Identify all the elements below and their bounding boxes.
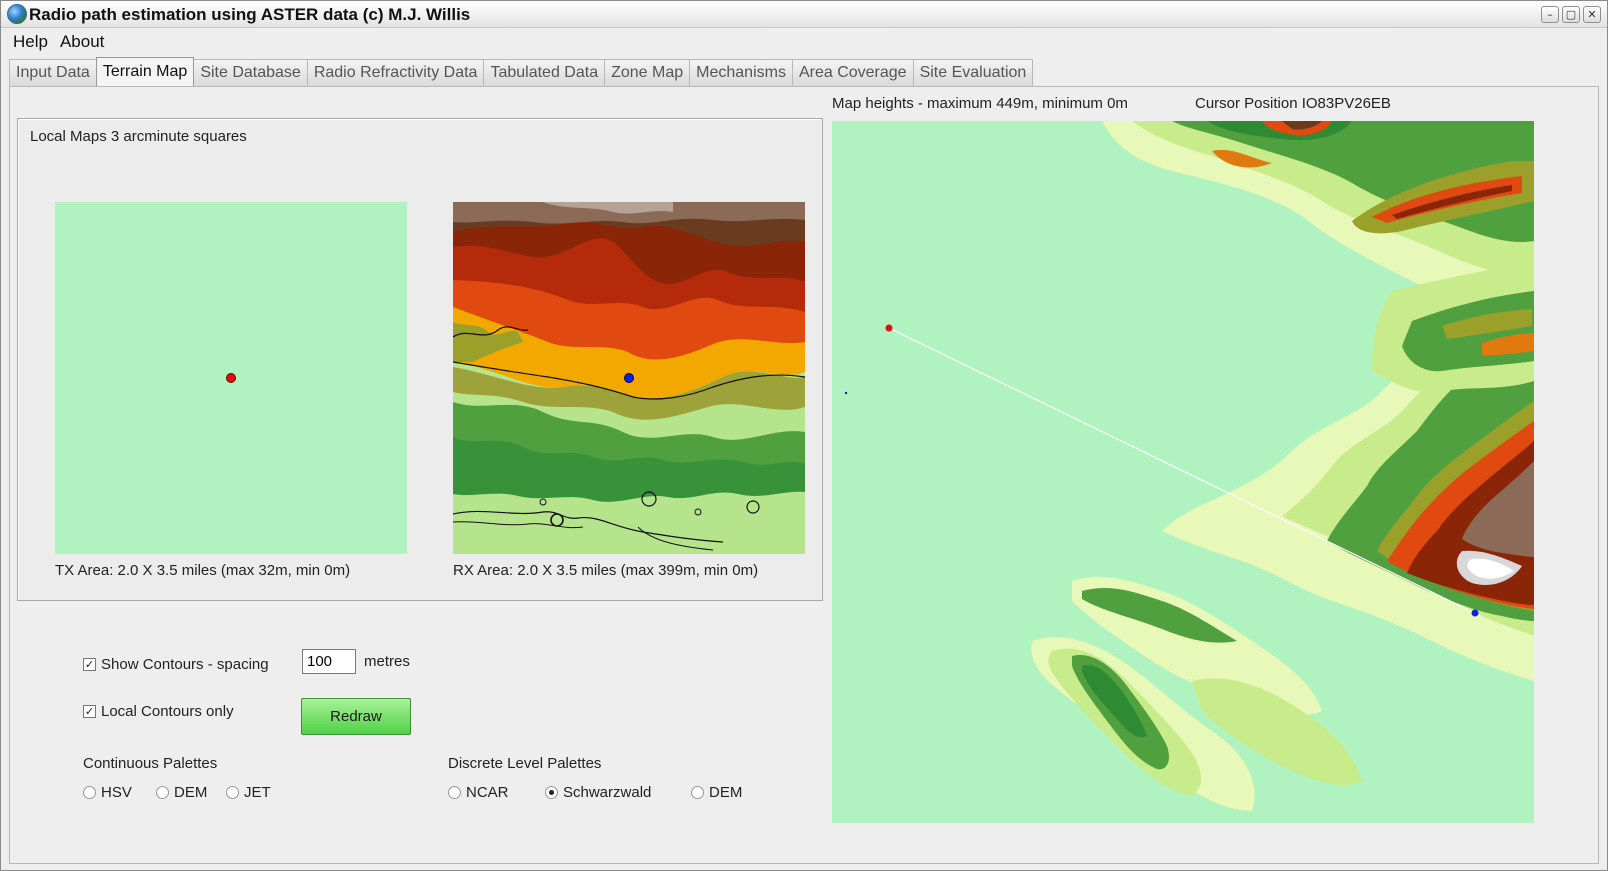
rx-area-label: RX Area: 2.0 X 3.5 miles (max 399m, min … [453,562,759,579]
terrain-map[interactable] [832,121,1534,823]
tab-site-evaluation[interactable]: Site Evaluation [912,59,1034,86]
tab-tabulated-data[interactable]: Tabulated Data [483,59,606,86]
tab-zone-map[interactable]: Zone Map [604,59,691,86]
window-title: Radio path estimation using ASTER data (… [29,5,471,24]
menu-bar: Help About [1,30,1607,54]
tab-radio-refractivity-data[interactable]: Radio Refractivity Data [306,59,485,86]
local-contours-checkbox-row[interactable]: ✓ Local Contours only [83,703,234,720]
continuous-palettes-label: Continuous Palettes [83,755,218,772]
tab-mechanisms[interactable]: Mechanisms [689,59,793,86]
rx-marker [624,373,634,383]
local-contours-checkbox[interactable]: ✓ [83,705,96,718]
cursor-position-label: Cursor Position IO83PV26EB [1195,95,1391,112]
palette-option-label: HSV [101,784,132,801]
tx-site-marker [885,324,893,332]
map-heights-label: Map heights - maximum 449m, minimum 0m [832,95,1128,112]
palette-option-ncar[interactable]: NCAR [448,784,509,801]
palette-radio[interactable] [691,786,704,799]
tab-bar: Input Data Terrain Map Site Database Rad… [9,57,1034,86]
title-bar[interactable]: Radio path estimation using ASTER data (… [1,1,1607,28]
contour-spacing-input[interactable] [302,649,356,674]
app-window: Radio path estimation using ASTER data (… [0,0,1608,871]
tab-area-coverage[interactable]: Area Coverage [791,59,914,86]
tab-site-database[interactable]: Site Database [193,59,308,86]
palette-radio[interactable] [226,786,239,799]
palette-option-jet[interactable]: JET [226,784,271,801]
menu-help[interactable]: Help [13,32,48,52]
local-contours-label: Local Contours only [101,703,234,720]
rx-area-map[interactable] [453,202,805,554]
tab-terrain-map[interactable]: Terrain Map [95,57,195,86]
palette-option-label: Schwarzwald [563,784,652,801]
spacing-unit-label: metres [364,653,410,670]
palette-option-label: DEM [709,784,743,801]
palette-option-schwarzwald[interactable]: Schwarzwald [545,784,651,801]
show-contours-checkbox[interactable]: ✓ [83,658,96,671]
palette-option-label: DEM [174,784,208,801]
close-button[interactable]: ✕ [1583,6,1601,23]
show-contours-checkbox-row[interactable]: ✓ Show Contours - spacing [83,656,269,673]
palette-radio[interactable] [545,786,558,799]
palette-option-hsv[interactable]: HSV [83,784,132,801]
show-contours-label: Show Contours - spacing [101,656,269,673]
globe-icon [7,4,27,24]
local-maps-panel: Local Maps 3 arcminute squares TX Area: … [17,118,823,601]
palette-option-dem-continuous[interactable]: DEM [156,784,207,801]
palette-option-dem-discrete[interactable]: DEM [691,784,742,801]
palette-radio[interactable] [156,786,169,799]
tab-input-data[interactable]: Input Data [9,59,97,86]
discrete-palettes-label: Discrete Level Palettes [448,755,602,772]
palette-radio[interactable] [448,786,461,799]
tx-area-label: TX Area: 2.0 X 3.5 miles (max 32m, min 0… [55,562,351,579]
tx-marker [226,373,236,383]
palette-option-label: JET [244,784,271,801]
palette-radio[interactable] [83,786,96,799]
tx-area-map[interactable] [55,202,407,554]
maximize-button[interactable]: ▢ [1562,6,1580,23]
menu-about[interactable]: About [60,32,104,52]
redraw-button[interactable]: Redraw [301,698,411,735]
map-dot [844,391,848,395]
rx-site-marker [1471,609,1479,617]
palette-option-label: NCAR [466,784,509,801]
local-maps-title: Local Maps 3 arcminute squares [30,128,247,145]
minimize-button[interactable]: – [1541,6,1559,23]
window-controls: – ▢ ✕ [1541,6,1601,23]
